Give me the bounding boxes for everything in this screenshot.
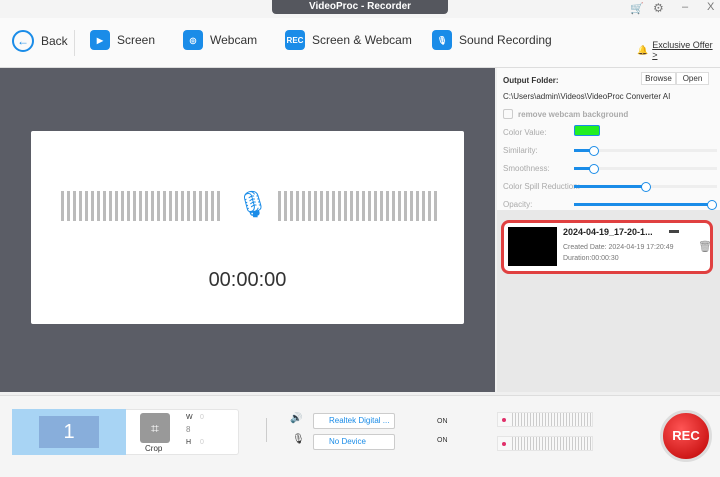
tab-label: Sound Recording <box>459 33 552 47</box>
close-button[interactable]: X <box>707 1 714 13</box>
similarity-label: Similarity: <box>503 146 538 155</box>
opacity-slider[interactable] <box>574 200 717 210</box>
mic-on-label: ON <box>437 437 448 444</box>
speaker-icon: 🔊 <box>290 413 303 424</box>
tab-webcam[interactable]: ◎ Webcam <box>183 30 257 50</box>
width-input[interactable]: 0 <box>200 414 204 421</box>
color-value-label: Color Value: <box>503 128 547 137</box>
speaker-level-meter <box>497 412 593 427</box>
spill-label: Color Spill Reduction: <box>503 182 580 191</box>
mic-device-value: No Device <box>329 437 366 446</box>
output-path: C:\Users\admin\Videos\VideoProc Converte… <box>503 92 671 101</box>
smoothness-label: Smoothness: <box>503 164 550 173</box>
minimize-button[interactable]: – <box>682 1 688 13</box>
crop-label: Crop <box>145 444 163 453</box>
open-button[interactable]: Open <box>676 72 709 85</box>
height-label: H <box>186 439 192 446</box>
exclusive-offer-link[interactable]: 🔔 Exclusive Offer > <box>637 40 720 60</box>
bell-icon: 🔔 <box>637 44 649 55</box>
screen-selector[interactable]: 1 <box>12 409 126 455</box>
height-input[interactable]: 0 <box>200 439 204 446</box>
duration: Duration:00:00:30 <box>563 255 619 262</box>
offer-label: Exclusive Offer > <box>652 40 713 60</box>
spill-slider[interactable] <box>574 182 717 192</box>
output-folder-label: Output Folder: <box>503 76 559 85</box>
rec-button[interactable]: REC <box>660 410 712 462</box>
tab-label: Screen <box>117 33 156 47</box>
width-label: W <box>186 414 193 421</box>
recording-item[interactable]: 2024-04-19_17-20-1... ▬ Created Date: 20… <box>501 220 713 274</box>
tab-screen-webcam[interactable]: REC Screen & Webcam <box>285 30 412 50</box>
rec-icon: REC <box>285 30 305 50</box>
similarity-slider[interactable] <box>574 146 717 156</box>
tab-sound-recording[interactable]: 🎙 Sound Recording <box>432 30 552 50</box>
speaker-on-label: ON <box>437 418 448 425</box>
speaker-device-select[interactable]: Realtek Digital ... <box>313 413 395 429</box>
divider <box>266 418 267 442</box>
color-swatch[interactable] <box>574 125 600 136</box>
recording-timer: 00:00:00 <box>208 269 287 291</box>
tab-label: Screen & Webcam <box>312 33 412 47</box>
remove-bg-label: remove webcam background <box>518 110 629 119</box>
back-label: Back <box>41 34 68 48</box>
mic-device-select[interactable]: No Device <box>313 434 395 450</box>
opacity-label: Opacity: <box>503 200 533 209</box>
recording-thumbnail <box>508 227 557 266</box>
back-button[interactable]: ← Back <box>12 30 68 52</box>
link-icon[interactable]: 8 <box>186 425 190 434</box>
left-level-bars <box>61 191 220 221</box>
microphone-icon: 🎙 <box>292 434 305 445</box>
created-date: Created Date: 2024-04-19 17:20:49 <box>563 244 674 251</box>
gear-icon[interactable]: ⚙ <box>653 1 664 15</box>
webcam-icon: ◎ <box>183 30 203 50</box>
tab-screen[interactable]: ▶ Screen <box>90 30 155 50</box>
speaker-device-value: Realtek Digital ... <box>329 416 390 425</box>
toolbar: ← Back ▶ Screen ◎ Webcam REC Screen & Webcam… <box>0 18 720 68</box>
window-title: VideoProc - Recorder <box>272 0 448 14</box>
screen-number: 1 <box>39 416 99 448</box>
trash-icon[interactable]: 🗑 <box>698 240 712 253</box>
back-arrow-icon: ← <box>12 30 34 52</box>
divider <box>74 30 75 56</box>
crop-icon[interactable]: ⌗ <box>140 413 170 443</box>
right-level-bars <box>278 191 437 221</box>
microphone-icon: 🎙 <box>432 30 452 50</box>
sound-recording-card: 🎙 00:00:00 <box>31 131 464 324</box>
remove-bg-checkbox[interactable] <box>503 109 513 119</box>
browse-button[interactable]: Browse <box>641 72 676 85</box>
settings-panel: Output Folder: Browse Open C:\Users\admi… <box>497 68 720 210</box>
mic-level-meter <box>497 436 593 451</box>
microphone-icon: 🎙 <box>236 189 270 219</box>
screen-icon: ▶ <box>90 30 110 50</box>
folder-icon[interactable]: ▬ <box>669 225 679 236</box>
smoothness-slider[interactable] <box>574 164 717 174</box>
cart-icon[interactable]: 🛒 <box>630 2 644 15</box>
tab-label: Webcam <box>210 33 258 47</box>
bottom-bar: 1 ⌗ Crop W 0 8 H 0 🔊 🎙 Realtek Digital .… <box>0 395 720 477</box>
recording-name: 2024-04-19_17-20-1... <box>563 227 653 237</box>
